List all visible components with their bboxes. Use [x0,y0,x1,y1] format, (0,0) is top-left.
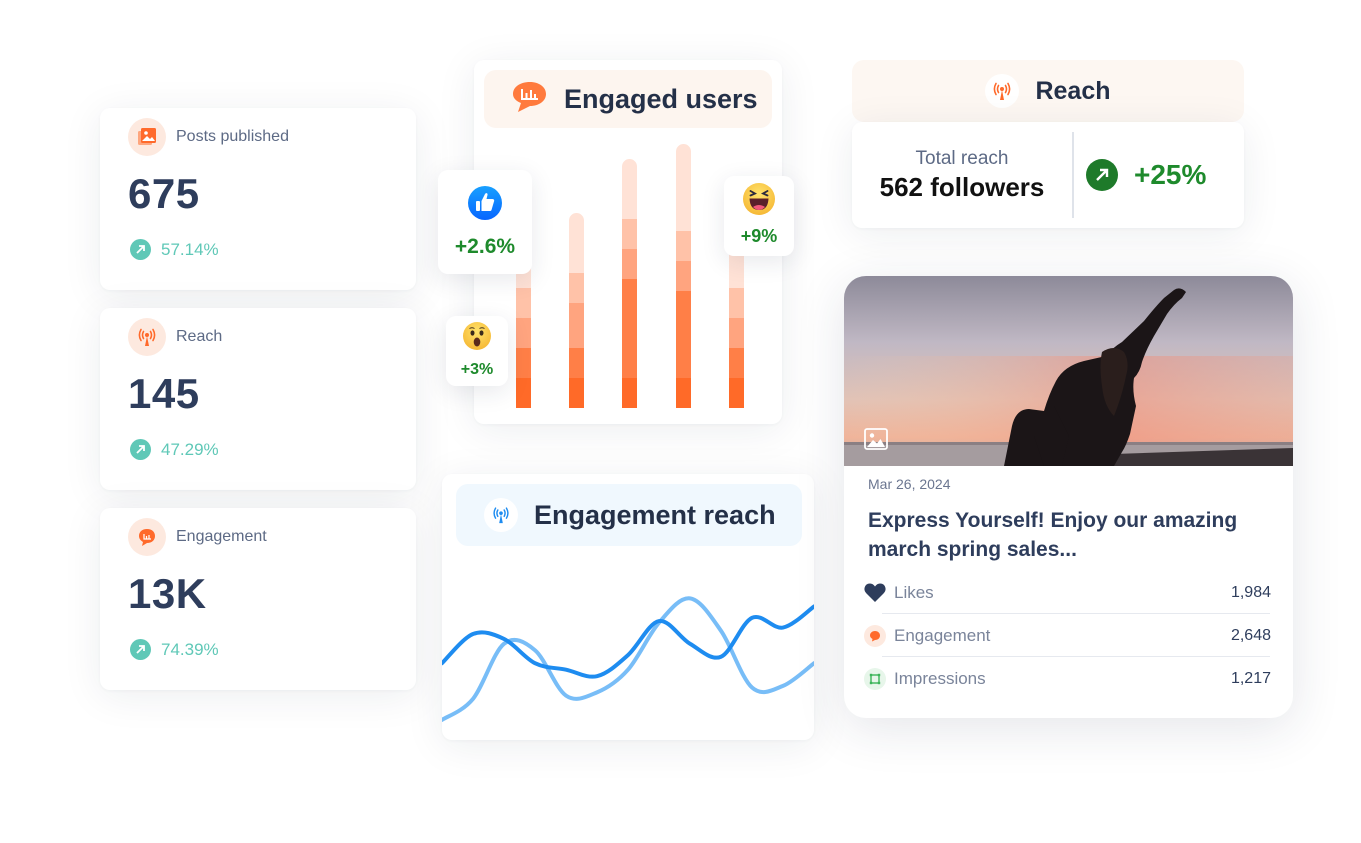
stat-value: 1,217 [1230,669,1271,687]
post-stat-engagement: Engagement 2,648 [864,614,1271,657]
post-title[interactable]: Express Yourself! Enjoy our amazing marc… [868,506,1268,564]
bar-segment [569,348,584,378]
total-reach-label: Total reach [915,147,1009,169]
bar-segment [729,378,744,408]
broadcast-tower-icon [484,498,518,532]
wow-emoji-icon [463,322,491,355]
stat-card-reach[interactable]: Reach 145 47.29% [100,308,416,490]
trend-up-icon [1086,159,1118,191]
stat-value: 675 [128,170,200,217]
bar-segment [622,279,637,378]
stat-change: 57.14% [161,239,219,259]
bar-segment [622,159,637,219]
bar-segment [516,378,531,408]
trend-up-icon [130,239,151,260]
stat-label: Likes [894,582,934,602]
chat-bar-chart-icon [510,80,548,119]
heart-icon [864,582,886,604]
stat-value: 1,984 [1230,583,1271,601]
bar-segment [516,348,531,378]
line-series-a [442,604,814,679]
bar-segment [569,303,584,348]
total-reach-card: Total reach 562 followers +25% [852,122,1244,228]
chat-icon [864,624,886,647]
engagement-reach-card: Engagement reach [442,474,814,740]
stat-label: Engagement [176,528,267,545]
bar-segment [676,378,691,408]
stat-label: Impressions [894,668,986,688]
stat-value: 145 [128,370,200,417]
reach-header: Reach [852,60,1244,122]
trend-up-icon [130,639,151,660]
total-reach-value: 562 followers [879,171,1045,202]
image-gallery-icon [128,118,166,156]
bar-segment [569,213,584,273]
divider [1072,132,1074,218]
image-type-icon [864,428,888,450]
engagement-reach-title: Engagement reach [534,499,776,530]
broadcast-tower-icon [128,318,166,356]
haha-emoji-icon [743,183,775,220]
stat-label: Posts published [176,128,289,145]
stat-label: Engagement [894,625,991,645]
post-preview-card[interactable]: Mar 26, 2024 Express Yourself! Enjoy our… [844,276,1293,718]
post-stat-impressions: Impressions 1,217 [864,657,1271,700]
bar-segment [676,291,691,378]
bar-segment [676,261,691,291]
stat-value: 2,648 [1230,626,1271,644]
bar-segment [516,318,531,348]
bar-segment [729,318,744,348]
bar-segment [676,144,691,231]
post-stat-likes: Likes 1,984 [864,571,1271,614]
engagement-reach-header: Engagement reach [456,484,802,546]
engaged-users-header: Engaged users [484,70,772,128]
broadcast-tower-icon [985,74,1020,108]
post-date: Mar 26, 2024 [868,476,951,492]
bar-segment [622,219,637,249]
bar-segment [622,249,637,279]
stat-change: 74.39% [161,639,219,659]
bar-segment [569,378,584,408]
bar-segment [569,273,584,303]
reach-title: Reach [1035,76,1111,105]
reaction-badge-haha: +9% [724,176,794,256]
bar-2 [569,213,584,408]
stat-label: Reach [176,328,223,345]
bar-3 [622,159,637,408]
bar-segment [516,288,531,318]
impressions-icon [864,667,886,690]
post-image[interactable] [844,276,1293,466]
engaged-users-title: Engaged users [564,83,758,114]
stat-card-posts-published[interactable]: Posts published 675 57.14% [100,108,416,290]
reaction-change: +3% [460,361,494,378]
stat-change: 47.29% [161,439,219,459]
chat-chart-icon [128,518,166,556]
bar-segment [676,231,691,261]
total-reach-change: +25% [1134,159,1207,190]
bar-segment [729,348,744,378]
stat-value: 13K [128,570,207,617]
stat-card-engagement[interactable]: Engagement 13K 74.39% [100,508,416,690]
trend-up-icon [130,439,151,460]
like-emoji-icon [468,186,502,225]
bar-segment [622,378,637,408]
reaction-change: +2.6% [454,235,516,258]
bar-4 [676,144,691,408]
reaction-badge-wow: +3% [446,316,508,386]
reaction-badge-like: +2.6% [438,170,532,274]
reaction-change: +9% [740,226,778,246]
bar-segment [729,288,744,318]
engagement-reach-line-chart [442,596,814,722]
